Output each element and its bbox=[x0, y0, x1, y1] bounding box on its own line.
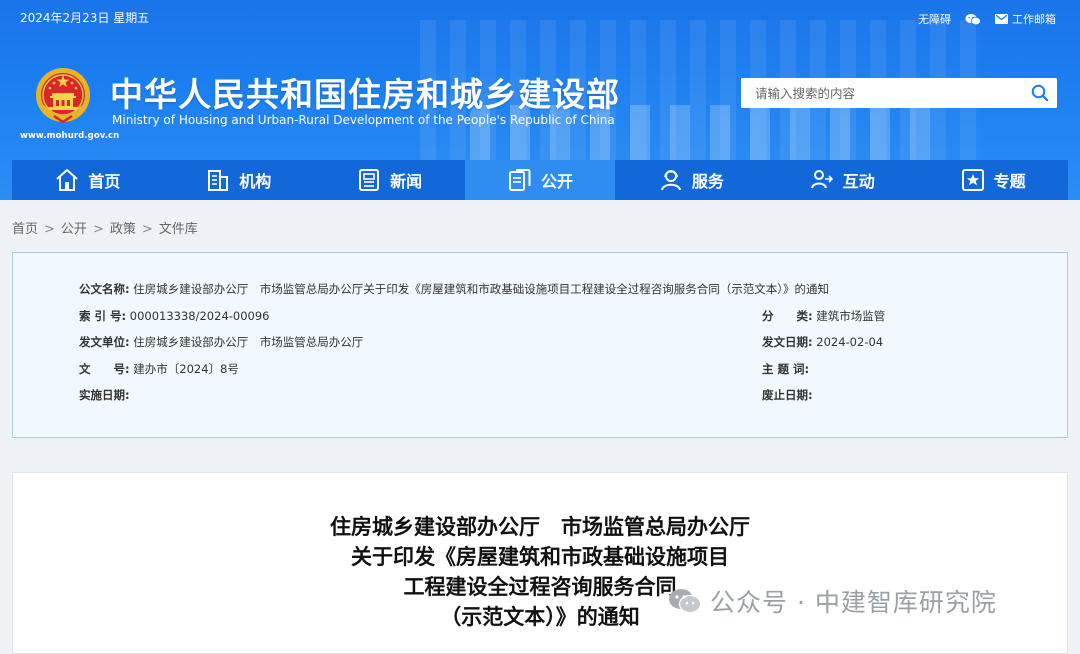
ministry-title-chinese[interactable]: 中华人民共和国住房和城乡建设部 bbox=[110, 68, 620, 116]
nav-item-public[interactable]: 公开 bbox=[464, 160, 616, 200]
wechat-watermark: 公众号 · 中建智库研究院 bbox=[668, 583, 997, 619]
nav-item-service[interactable]: 服务 bbox=[615, 160, 766, 200]
document-title-line: 住房城乡建设部办公厅 市场监管总局办公厅 bbox=[330, 515, 750, 539]
breadcrumb-public[interactable]: 公开 bbox=[61, 222, 87, 237]
nav-item-organization[interactable]: 机构 bbox=[163, 160, 314, 200]
search-box bbox=[741, 78, 1057, 108]
main-navigation: 首页 机构 新闻 公开 服务 互动 专题 bbox=[12, 160, 1068, 200]
issue-date-row: 发文日期: 2024-02-04 bbox=[762, 334, 883, 350]
doc-name-row: 公文名称: 住房城乡建设部办公厅 市场监管总局办公厅关于印发《房屋建筑和市政基础… bbox=[79, 281, 829, 297]
search-input[interactable] bbox=[741, 79, 1023, 107]
breadcrumb-home[interactable]: 首页 bbox=[12, 222, 38, 237]
category-label: 分 类: bbox=[762, 309, 813, 323]
document-body: 住房城乡建设部办公厅 市场监管总局办公厅 关于印发《房屋建筑和市政基础设施项目 … bbox=[12, 472, 1068, 654]
current-date: 2024年2月23日 星期五 bbox=[20, 11, 150, 25]
nav-item-interaction[interactable]: 互动 bbox=[766, 160, 917, 200]
breadcrumb-separator: > bbox=[141, 222, 153, 237]
building-icon bbox=[208, 170, 229, 191]
nav-item-news[interactable]: 新闻 bbox=[314, 160, 465, 200]
nav-label: 服务 bbox=[691, 172, 724, 191]
nav-label: 专题 bbox=[993, 172, 1026, 191]
news-icon bbox=[359, 169, 380, 191]
top-links: 无障碍 工作邮箱 bbox=[918, 11, 1056, 27]
expiry-date-row: 废止日期: bbox=[762, 387, 813, 403]
wechat-icon bbox=[669, 589, 702, 614]
doc-number-label: 文 号: bbox=[79, 362, 130, 376]
doc-name-value: 住房城乡建设部办公厅 市场监管总局办公厅关于印发《房屋建筑和市政基础设施项目工程… bbox=[133, 282, 830, 296]
document-title-line: 关于印发《房屋建筑和市政基础设施项目 bbox=[351, 545, 729, 569]
breadcrumb-separator: > bbox=[92, 222, 104, 237]
interaction-icon bbox=[810, 170, 833, 189]
service-icon bbox=[660, 170, 681, 191]
issue-date-label: 发文日期: bbox=[762, 335, 813, 349]
issuer-label: 发文单位: bbox=[79, 335, 130, 349]
breadcrumb-library[interactable]: 文件库 bbox=[159, 222, 198, 237]
watermark-text: 公众号 · 中建智库研究院 bbox=[710, 588, 997, 617]
effective-date-row: 实施日期: bbox=[79, 387, 130, 403]
ministry-title-english: Ministry of Housing and Urban-Rural Deve… bbox=[112, 113, 615, 127]
issuer-row: 发文单位: 住房城乡建设部办公厅 市场监管总局办公厅 bbox=[79, 334, 363, 350]
home-icon bbox=[56, 169, 79, 191]
doc-name-label: 公文名称: bbox=[79, 282, 130, 296]
issuer-value: 住房城乡建设部办公厅 市场监管总局办公厅 bbox=[133, 335, 364, 349]
nav-label: 首页 bbox=[88, 172, 121, 191]
work-mail-label: 工作邮箱 bbox=[1012, 13, 1056, 26]
expiry-date-label: 废止日期: bbox=[762, 388, 813, 402]
search-button[interactable] bbox=[1023, 78, 1057, 108]
document-icon bbox=[509, 169, 531, 191]
national-emblem-logo[interactable] bbox=[34, 66, 92, 126]
issue-date-value: 2024-02-04 bbox=[816, 335, 884, 349]
nav-label: 机构 bbox=[239, 172, 272, 191]
index-row: 索 引 号: 000013338/2024-00096 bbox=[79, 308, 270, 324]
breadcrumb: 首页 > 公开 > 政策 > 文件库 bbox=[12, 218, 198, 237]
document-metadata-panel: 公文名称: 住房城乡建设部办公厅 市场监管总局办公厅关于印发《房屋建筑和市政基础… bbox=[12, 252, 1068, 438]
doc-number-row: 文 号: 建办市〔2024〕8号 bbox=[79, 361, 239, 377]
effective-date-label: 实施日期: bbox=[79, 388, 130, 402]
category-value: 建筑市场监管 bbox=[816, 309, 886, 323]
nav-item-topics[interactable]: 专题 bbox=[917, 160, 1068, 200]
nav-item-home[interactable]: 首页 bbox=[12, 160, 163, 200]
topic-icon bbox=[961, 169, 984, 191]
keywords-label: 主 题 词: bbox=[762, 362, 810, 376]
search-icon bbox=[1031, 84, 1049, 102]
breadcrumb-separator: > bbox=[44, 222, 55, 237]
index-label: 索 引 号: bbox=[79, 309, 127, 323]
mail-icon bbox=[995, 14, 1008, 24]
nav-label: 公开 bbox=[541, 172, 574, 191]
doc-number-value: 建办市〔2024〕8号 bbox=[133, 362, 239, 376]
accessibility-link[interactable]: 无障碍 bbox=[918, 11, 951, 27]
keywords-row: 主 题 词: bbox=[762, 361, 809, 377]
wechat-icon[interactable] bbox=[965, 13, 981, 26]
category-row: 分 类: 建筑市场监管 bbox=[762, 308, 885, 324]
nav-label: 互动 bbox=[842, 172, 875, 191]
work-mail-link[interactable]: 工作邮箱 bbox=[995, 11, 1056, 27]
index-value: 000013338/2024-00096 bbox=[129, 309, 270, 323]
breadcrumb-policy[interactable]: 政策 bbox=[110, 222, 136, 237]
nav-label: 新闻 bbox=[390, 172, 423, 191]
site-url[interactable]: www.mohurd.gov.cn bbox=[20, 131, 119, 141]
